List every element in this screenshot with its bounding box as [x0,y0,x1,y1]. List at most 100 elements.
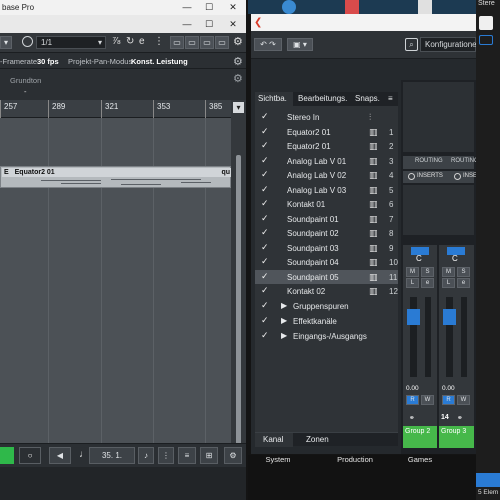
write-button[interactable]: W [421,395,434,405]
close-icon[interactable]: ✕ [222,1,244,14]
list-item[interactable]: ✓ Soundpaint 03 ▥ 9 [255,241,398,256]
grundton-value[interactable]: - [24,87,27,96]
configuration-field[interactable]: Konfiguratione. [420,37,476,52]
power-icon[interactable] [479,16,493,30]
menu-icon[interactable]: ⋮ [154,36,164,47]
tab-zones[interactable]: Zonen [303,433,343,447]
layout-left-icon[interactable]: ▭ [170,36,184,49]
edit-button[interactable]: e [457,278,470,288]
list-item[interactable]: ✓ Kontakt 02 ▥ 12 [255,284,398,299]
list-item[interactable]: ✓ Analog Lab V 01 ▥ 3 [255,154,398,169]
inserts-power-icon[interactable] [408,173,415,180]
check-icon[interactable]: ✓ [261,330,269,341]
close-icon[interactable]: ✕ [222,18,244,31]
quantize-field[interactable]: 1/1 ▾ [36,36,106,49]
gear-icon[interactable]: ⚙ [233,35,243,48]
check-icon[interactable]: ✓ [261,140,269,151]
event-display[interactable]: E Equator2 01 qu [0,118,231,463]
toggle-icon[interactable] [479,35,493,45]
layout-right-icon[interactable]: ▭ [200,36,214,49]
list-item[interactable]: ✓ Stereo In ⫶ [255,110,398,125]
tab-visibility[interactable]: Sichtba. [255,92,293,106]
vst-icon[interactable]: ⊞ [200,447,218,464]
mute-button[interactable]: M [442,267,455,277]
list-item[interactable]: ✓ Analog Lab V 02 ▥ 4 [255,168,398,183]
gear-icon[interactable]: ⚙ [233,72,243,85]
app-icon[interactable] [282,0,296,14]
list-item-group[interactable]: ✓ ▶ Eingangs-/Ausgangs [255,329,398,344]
check-icon[interactable]: ✓ [261,213,269,224]
inserts-section[interactable]: INSERTS INSERTS [403,171,476,183]
rewind-button[interactable]: ◀ [49,447,71,464]
list-item-selected[interactable]: ✓ Soundpaint 05 ▥ 11 [255,269,398,284]
list-item[interactable]: ✓ Analog Lab V 03 ▥ 5 [255,183,398,198]
check-icon[interactable]: ✓ [261,242,269,253]
list-item-group[interactable]: ✓ ▶ Gruppenspuren [255,299,398,314]
record-button[interactable]: ○ [19,447,41,464]
scrollbar-thumb[interactable] [236,155,241,445]
scroll-down-icon[interactable]: ▾ [233,102,244,113]
edit-mode-icon[interactable]: e [139,36,145,47]
check-icon[interactable]: ✓ [261,300,269,311]
dock-label-production[interactable]: Production [330,455,380,464]
check-icon[interactable]: ✓ [261,126,269,137]
check-icon[interactable]: ✓ [261,169,269,180]
read-button[interactable]: R [442,395,455,405]
check-icon[interactable]: ✓ [261,155,269,166]
undo-redo-button[interactable]: ↶ ↷ [254,38,282,51]
minimize-icon[interactable]: — [176,18,198,31]
file-icon[interactable] [418,0,432,14]
routing-section[interactable]: ROUTING ROUTING [403,156,476,169]
tab-menu-icon[interactable]: ≡ [385,92,398,106]
maximize-icon[interactable]: ☐ [198,1,220,14]
list-item[interactable]: ✓ Soundpaint 04 ▥ 10 [255,255,398,270]
check-icon[interactable]: ✓ [261,256,269,267]
list-item[interactable]: ✓ Kontakt 01 ▥ 6 [255,197,398,212]
tab-edit[interactable]: Bearbeitungs. [295,92,349,106]
fader-handle[interactable] [443,309,456,325]
write-button[interactable]: W [457,395,470,405]
dock-label-games[interactable]: Games [400,455,440,464]
expand-arrow-icon[interactable]: ▶ [281,331,287,340]
settings-icon[interactable]: ⚙ [224,447,242,464]
list-item[interactable]: ✓ Equator2 01 ▥ 2 [255,139,398,154]
check-icon[interactable]: ✓ [261,315,269,326]
tab-channel[interactable]: Kanal [255,433,293,447]
insert-slots[interactable] [403,185,474,235]
listen-button[interactable]: L [406,278,419,288]
timeline-ruler[interactable]: 257 289 321 353 385 [0,100,231,118]
fader-handle[interactable] [407,309,420,325]
check-icon[interactable]: ✓ [261,285,269,296]
check-icon[interactable]: ✓ [261,227,269,238]
expand-arrow-icon[interactable]: ▶ [281,316,287,325]
read-button[interactable]: R [406,395,419,405]
list-item[interactable]: ✓ Soundpaint 02 ▥ 8 [255,226,398,241]
dock-label-system[interactable]: System [258,455,298,464]
listen-button[interactable]: L [442,278,455,288]
dropdown-button[interactable]: ▾ [0,36,12,49]
pdf-icon[interactable] [345,0,359,14]
check-icon[interactable]: ✓ [261,271,269,282]
layout-bottom-icon[interactable]: ▭ [185,36,199,49]
vertical-scrollbar[interactable]: ▾ [231,100,246,463]
solo-button[interactable]: S [421,267,434,277]
search-icon[interactable]: ⌕ [405,38,418,51]
link-icon[interactable]: ⚭ [457,414,463,422]
pan-mode-value[interactable]: Konst. Leistung [131,57,188,66]
solo-button[interactable]: S [457,267,470,277]
link-icon[interactable]: ⚭ [409,414,415,422]
expand-arrow-icon[interactable]: ▶ [281,301,287,310]
maximize-icon[interactable]: ☐ [198,18,220,31]
layout-rack-icon[interactable]: ▭ [215,36,229,49]
camera-dropdown[interactable]: ▣ ▾ [287,38,313,51]
zoom-icon[interactable] [22,36,33,47]
framerate-value[interactable]: 30 fps [37,57,59,66]
group-channel[interactable]: Group 3 [439,426,474,448]
edit-button[interactable]: e [421,278,434,288]
play-button[interactable] [0,447,14,464]
check-icon[interactable]: ✓ [261,184,269,195]
list-item[interactable]: ✓ Soundpaint 01 ▥ 7 [255,212,398,227]
inserts-power-icon[interactable] [454,173,461,180]
check-icon[interactable]: ✓ [261,111,269,122]
minimize-icon[interactable]: — [176,1,198,14]
